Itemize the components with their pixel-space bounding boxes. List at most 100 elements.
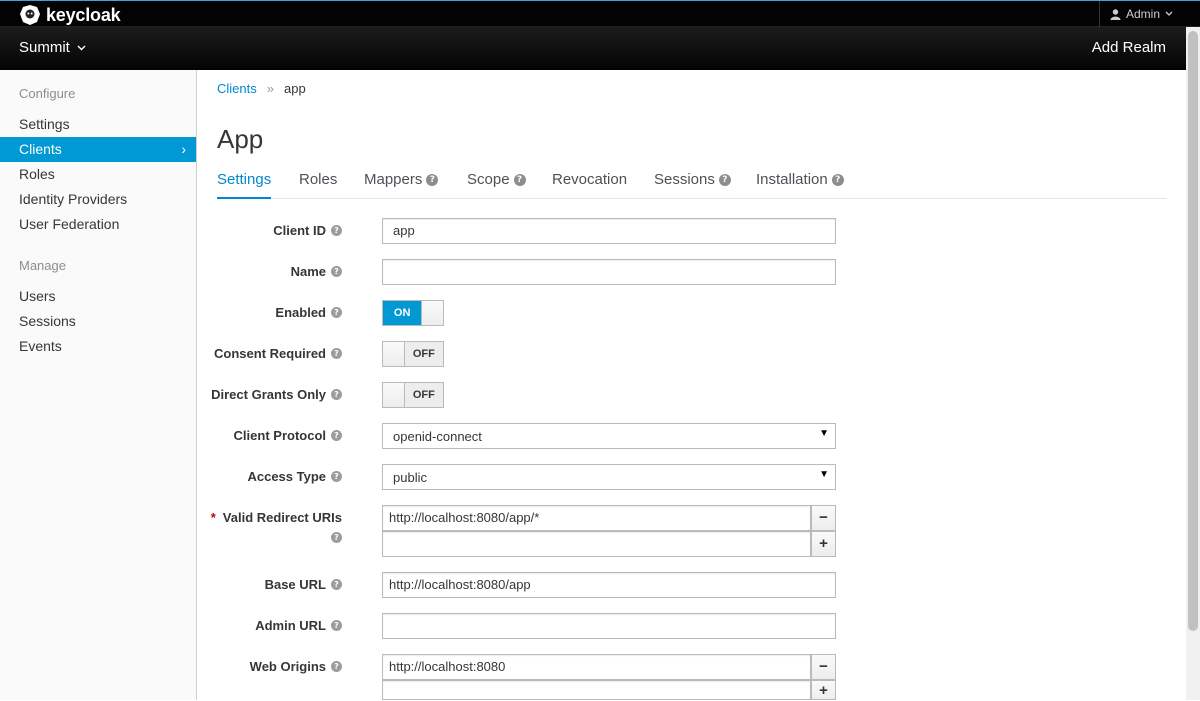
tab-mappers[interactable]: Mappers ? [364,171,439,199]
page-title: App [217,124,264,154]
help-icon[interactable]: ? [331,471,342,482]
sidebar-item-label: Events [19,338,62,354]
tab-scope[interactable]: Scope ? [467,171,526,199]
new-redirect-uri-input[interactable] [382,531,811,557]
client-protocol-label: Client Protocol ? [234,428,342,443]
sidebar-item-settings[interactable]: Settings [0,112,196,137]
enabled-toggle[interactable]: ON [382,300,444,326]
admin-url-input[interactable] [382,613,836,639]
direct-grants-only-label: Direct Grants Only ? [211,387,342,402]
label-text: Web Origins [249,659,326,674]
web-origins-label: Web Origins ? [250,659,342,674]
sidebar-heading-configure: Configure [19,86,76,101]
access-type-select[interactable]: public ▼ [382,464,836,490]
required-marker: * [210,510,216,525]
help-icon[interactable]: ? [331,348,342,359]
enabled-label: Enabled ? [275,305,342,320]
realm-navbar: Summit Add Realm [0,27,1186,70]
help-icon[interactable]: ? [331,307,342,318]
caret-down-icon: ▼ [819,469,829,480]
sidebar: Configure Settings Clients › Roles Ident… [0,70,197,700]
sidebar-heading-manage: Manage [19,258,66,273]
chevron-down-icon [77,45,86,50]
chevron-right-icon: › [181,141,186,157]
admin-url-label: Admin URL ? [255,618,342,633]
help-icon[interactable]: ? [513,174,526,186]
base-url-input[interactable]: http://localhost:8080/app [382,572,836,598]
valid-redirect-uris-label: * Valid Redirect URIs [211,510,342,525]
redirect-uri-input[interactable]: http://localhost:8080/app/* [382,505,811,531]
tab-settings[interactable]: Settings [217,171,272,199]
sidebar-item-identity-providers[interactable]: Identity Providers [0,187,196,212]
base-url-label: Base URL ? [265,577,342,592]
new-web-origin-input[interactable] [382,680,811,700]
scrollbar-thumb[interactable] [1188,31,1198,631]
keycloak-logo-icon [20,5,40,25]
breadcrumb-current: app [283,81,306,96]
sidebar-item-user-federation[interactable]: User Federation [0,212,196,237]
user-name: Admin [1126,7,1161,21]
label-text: Admin URL [255,618,326,633]
toggle-state: ON [383,301,422,325]
page-scrollbar[interactable] [1186,27,1200,700]
sidebar-item-label: Clients [19,141,62,157]
help-icon[interactable]: ? [331,225,342,236]
tab-label: Scope [467,171,510,188]
sidebar-item-sessions[interactable]: Sessions [0,309,196,334]
add-realm-button[interactable]: Add Realm [1092,39,1166,56]
user-menu[interactable]: Admin [1099,1,1184,27]
help-icon[interactable]: ? [831,174,844,186]
help-icon[interactable]: ? [426,174,439,186]
help-icon[interactable]: ? [718,174,731,186]
select-value: public [393,470,427,485]
remove-redirect-uri-button[interactable]: − [811,505,836,531]
label-text: Enabled [275,305,326,320]
client-id-input[interactable]: app [382,218,836,244]
help-icon[interactable]: ? [331,430,342,441]
top-bar: keycloak Admin [0,0,1200,27]
help-icon[interactable]: ? [331,579,342,590]
add-redirect-uri-button[interactable]: + [811,531,836,557]
sidebar-item-clients[interactable]: Clients › [0,137,196,162]
breadcrumb-clients-link[interactable]: Clients [217,81,257,96]
help-icon[interactable]: ? [331,266,342,277]
help-icon[interactable]: ? [331,661,342,672]
help-icon[interactable]: ? [331,532,342,543]
client-protocol-select[interactable]: openid-connect ▼ [382,423,836,449]
sidebar-item-events[interactable]: Events [0,334,196,359]
toggle-knob [383,342,405,366]
help-icon[interactable]: ? [331,389,342,400]
toggle-knob [421,301,443,325]
sidebar-item-label: User Federation [19,216,120,232]
caret-down-icon: ▼ [819,428,829,439]
brand-logo[interactable]: keycloak [19,4,121,26]
chevron-down-icon [1165,11,1173,16]
label-text: Consent Required [214,346,326,361]
select-value: openid-connect [393,429,482,444]
add-web-origin-button[interactable]: + [811,680,836,700]
tab-installation[interactable]: Installation ? [756,171,844,199]
tab-sessions[interactable]: Sessions ? [654,171,731,199]
sidebar-item-roles[interactable]: Roles [0,162,196,187]
name-input[interactable] [382,259,836,285]
toggle-knob [383,383,405,407]
consent-required-label: Consent Required ? [214,346,342,361]
tab-roles[interactable]: Roles [299,171,337,199]
sidebar-item-label: Sessions [19,313,76,329]
tab-revocation[interactable]: Revocation [552,171,627,199]
toggle-state: OFF [404,383,443,407]
toggle-state: OFF [404,342,443,366]
realm-selector[interactable]: Summit [19,39,86,56]
sidebar-item-label: Settings [19,116,70,132]
web-origin-input[interactable]: http://localhost:8080 [382,654,811,680]
name-label: Name ? [291,264,342,279]
client-id-label: Client ID ? [273,223,342,238]
label-text: Direct Grants Only [211,387,326,402]
sidebar-item-users[interactable]: Users [0,284,196,309]
consent-required-toggle[interactable]: OFF [382,341,444,367]
help-icon[interactable]: ? [331,620,342,631]
direct-grants-only-toggle[interactable]: OFF [382,382,444,408]
user-icon [1110,8,1121,20]
remove-web-origin-button[interactable]: − [811,654,836,680]
client-tabs: Settings Roles Mappers ? Scope ? Revocat… [217,163,1167,199]
